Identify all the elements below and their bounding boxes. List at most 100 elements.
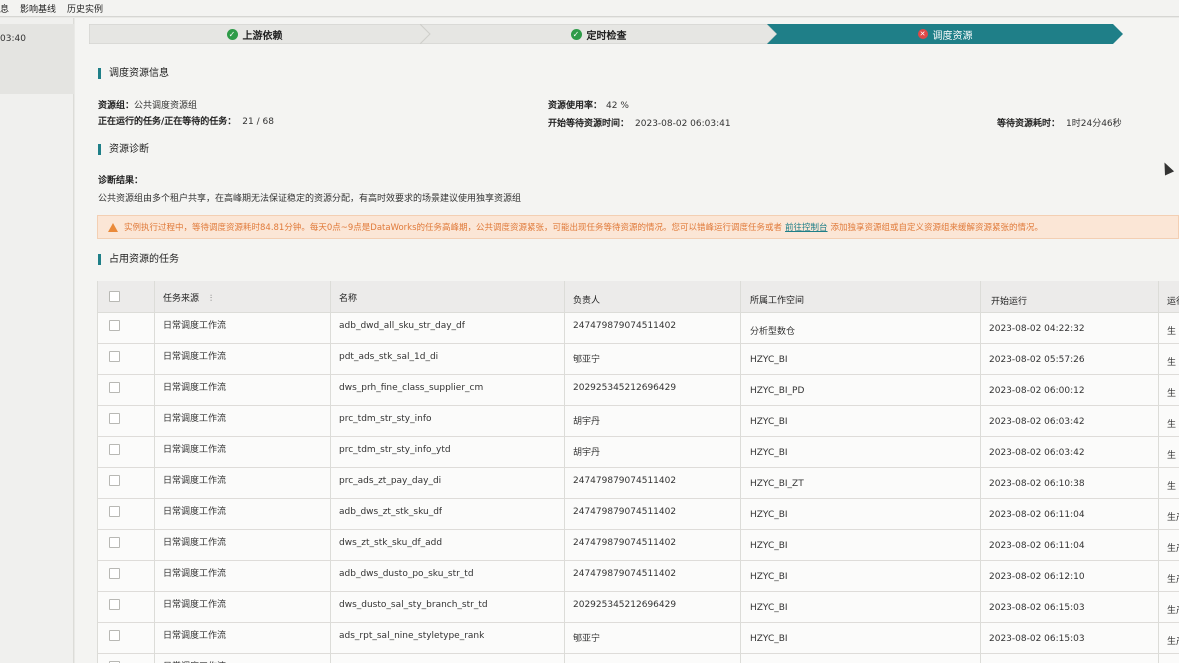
resource-group: 资源组：公共调度资源组 bbox=[98, 101, 198, 111]
row-checkbox[interactable] bbox=[109, 444, 120, 455]
cell-name[interactable]: dws_dusto_sal_sty_branch_str_td bbox=[339, 600, 488, 610]
select-all-checkbox[interactable] bbox=[109, 291, 120, 302]
cell-env: 生产 bbox=[1167, 544, 1179, 554]
table-row[interactable]: 日常调度工作流 ads_rpt_sal_nine_styletype_rank 郇亚… bbox=[98, 623, 1179, 654]
col-start: 开始运行 bbox=[991, 297, 1028, 307]
cell-owner: 247479879074511402 bbox=[573, 476, 677, 486]
progress-steps: ✓ 上游依赖 ✓ 定时检查 ✕ 调度资源 bbox=[89, 24, 1123, 44]
cell-source: 日常调度工作流 bbox=[163, 414, 227, 424]
table-row[interactable]: 日常调度工作流 dws_zt_stk_sku_df_add 247479879074… bbox=[98, 530, 1179, 561]
cell-start: 2023-08-02 06:03:42 bbox=[989, 448, 1085, 458]
row-checkbox[interactable] bbox=[109, 351, 120, 362]
cell-owner: 胡宇丹 bbox=[573, 417, 601, 427]
mouse-cursor bbox=[1159, 160, 1175, 176]
row-checkbox[interactable] bbox=[109, 537, 120, 548]
step-label: 调度资源 bbox=[932, 30, 973, 42]
cell-source: 日常调度工作流 bbox=[163, 321, 227, 331]
cell-start: 2023-08-02 06:15:03 bbox=[989, 634, 1085, 644]
step-schedule-check: ✓ 定时检查 bbox=[430, 24, 767, 44]
warning-icon bbox=[108, 222, 118, 232]
cell-name[interactable]: dws_zt_stk_sku_df_add bbox=[339, 538, 442, 548]
row-checkbox[interactable] bbox=[109, 320, 120, 331]
cell-start: 2023-08-02 06:11:04 bbox=[989, 541, 1085, 551]
cell-env: 生产 bbox=[1167, 637, 1179, 647]
table-row[interactable]: 日常调度工作流 adb_dws_dusto_po_sku_str_td 247479… bbox=[98, 561, 1179, 592]
col-env: 运行 bbox=[1167, 297, 1179, 307]
cell-workspace: HZYC_BI bbox=[750, 572, 788, 582]
cell-start: 2023-08-02 06:03:42 bbox=[989, 417, 1085, 427]
cell-workspace: HZYC_BI bbox=[750, 355, 788, 365]
left-list-panel: 03:40 bbox=[0, 18, 74, 663]
check-circle-icon: ✓ bbox=[570, 28, 582, 40]
cell-name[interactable]: pdt_ads_stk_sal_1d_di bbox=[339, 352, 438, 362]
row-checkbox[interactable] bbox=[109, 568, 120, 579]
cell-owner: 247479879074511402 bbox=[573, 569, 677, 579]
row-checkbox[interactable] bbox=[109, 382, 120, 393]
cell-env: 生产 bbox=[1167, 575, 1179, 585]
cell-env: 生 bbox=[1167, 327, 1177, 337]
cell-source: 日常调度工作流 bbox=[163, 631, 227, 641]
col-workspace: 所属工作空间 bbox=[750, 296, 805, 306]
go-to-console-link[interactable]: 前往控制台 bbox=[785, 221, 828, 233]
check-circle-icon: ✓ bbox=[226, 28, 238, 40]
cell-name[interactable]: prc_tdm_str_sty_info bbox=[339, 414, 432, 424]
main-content: ✓ 上游依赖 ✓ 定时检查 ✕ 调度资源 调度资源信息 资源组：公共调度资源组 … bbox=[75, 18, 1179, 663]
cell-env: 生产 bbox=[1167, 513, 1179, 523]
table-row[interactable]: 日常调度工作流 bbox=[98, 654, 1179, 663]
tab-history-instances[interactable]: 历史实例 bbox=[67, 2, 103, 15]
step-label: 上游依赖 bbox=[242, 30, 283, 42]
step-upstream: ✓ 上游依赖 bbox=[89, 24, 420, 44]
tasks-table: 任务来源 ⫶ 名称 负责人 所属工作空间 开始运行 运行 日常调度工作流 adb_… bbox=[97, 281, 1179, 663]
tab-info[interactable]: 息 bbox=[0, 2, 9, 15]
cell-source: 日常调度工作流 bbox=[163, 538, 227, 548]
cell-name[interactable]: prc_ads_zt_pay_day_di bbox=[339, 476, 441, 486]
row-checkbox[interactable] bbox=[109, 630, 120, 641]
cell-workspace: HZYC_BI bbox=[750, 603, 788, 613]
filter-icon[interactable]: ⫶ bbox=[210, 294, 212, 304]
table-row[interactable]: 日常调度工作流 prc_ads_zt_pay_day_di 247479879074… bbox=[98, 468, 1179, 499]
cell-owner: 郇亚宁 bbox=[573, 355, 601, 365]
cell-env: 生 bbox=[1167, 482, 1177, 492]
step-label: 定时检查 bbox=[586, 30, 627, 42]
detail-tab-bar: 息 影响基线 历史实例 bbox=[0, 0, 1179, 17]
table-row[interactable]: 日常调度工作流 pdt_ads_stk_sal_1d_di 郇亚宁 HZYC_BI 20… bbox=[98, 344, 1179, 375]
table-row[interactable]: 日常调度工作流 prc_tdm_str_sty_info 胡宇丹 HZYC_BI 202… bbox=[98, 406, 1179, 437]
cell-start: 2023-08-02 04:22:32 bbox=[989, 324, 1085, 334]
cell-source: 日常调度工作流 bbox=[163, 476, 227, 486]
cell-start: 2023-08-02 06:15:03 bbox=[989, 603, 1085, 613]
cell-name[interactable]: prc_tdm_str_sty_info_ytd bbox=[339, 445, 451, 455]
cell-source: 日常调度工作流 bbox=[163, 659, 226, 663]
cell-owner: 247479879074511402 bbox=[573, 538, 677, 548]
diagnosis-label: 诊断结果： bbox=[98, 176, 144, 186]
cell-workspace: HZYC_BI bbox=[750, 448, 788, 458]
cell-workspace: HZYC_BI bbox=[750, 510, 788, 520]
cell-workspace: 分析型数仓 bbox=[750, 327, 796, 337]
cell-name[interactable]: adb_dws_dusto_po_sku_str_td bbox=[339, 569, 474, 579]
tab-impacted-baseline[interactable]: 影响基线 bbox=[20, 2, 56, 15]
cell-name[interactable]: adb_dws_zt_stk_sku_df bbox=[339, 507, 442, 517]
row-checkbox[interactable] bbox=[109, 413, 120, 424]
table-row[interactable]: 日常调度工作流 prc_tdm_str_sty_info_ytd 胡宇丹 HZYC_B… bbox=[98, 437, 1179, 468]
table-row[interactable]: 日常调度工作流 adb_dwd_all_sku_str_day_df 2474798… bbox=[98, 313, 1179, 344]
cell-source: 日常调度工作流 bbox=[163, 352, 227, 362]
cell-workspace: HZYC_BI_ZT bbox=[750, 479, 804, 489]
cell-env: 生 bbox=[1167, 451, 1177, 461]
cell-name[interactable]: ads_rpt_sal_nine_styletype_rank bbox=[339, 631, 484, 641]
cell-start: 2023-08-02 06:12:10 bbox=[989, 572, 1085, 582]
row-checkbox[interactable] bbox=[109, 475, 120, 486]
col-source: 任务来源 ⫶ bbox=[163, 294, 213, 304]
cell-owner: 202925345212696429 bbox=[573, 383, 677, 393]
table-row[interactable]: 日常调度工作流 dws_dusto_sal_sty_branch_str_td 20… bbox=[98, 592, 1179, 623]
diagnosis-title: 资源诊断 bbox=[98, 144, 149, 155]
cell-owner: 247479879074511402 bbox=[573, 321, 677, 331]
cell-workspace: HZYC_BI bbox=[750, 634, 788, 644]
table-row[interactable]: 日常调度工作流 dws_prh_fine_class_supplier_cm 202… bbox=[98, 375, 1179, 406]
resource-usage: 资源使用率： 42 % bbox=[548, 101, 629, 111]
cell-name[interactable]: adb_dwd_all_sku_str_day_df bbox=[339, 321, 465, 331]
row-checkbox[interactable] bbox=[109, 599, 120, 610]
list-item-time: 03:40 bbox=[0, 34, 26, 44]
cell-name[interactable]: dws_prh_fine_class_supplier_cm bbox=[339, 383, 483, 393]
table-row[interactable]: 日常调度工作流 adb_dws_zt_stk_sku_df 247479879074… bbox=[98, 499, 1179, 530]
wait-start-time: 开始等待资源时间： 2023-08-02 06:03:41 bbox=[548, 119, 731, 129]
row-checkbox[interactable] bbox=[109, 506, 120, 517]
